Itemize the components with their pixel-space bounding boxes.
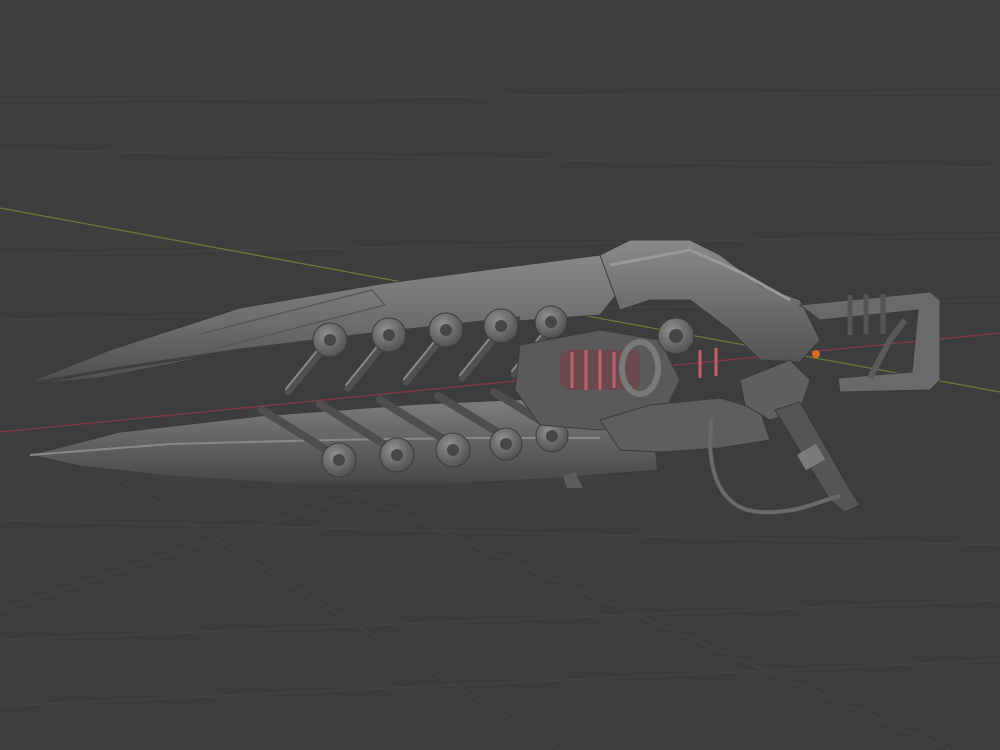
- gear-icon: [534, 305, 568, 339]
- gear-icon: [489, 427, 523, 461]
- gear-icon: [379, 437, 415, 473]
- 3d-viewport[interactable]: [0, 0, 1000, 750]
- gear-icon: [428, 312, 464, 348]
- gear-icon: [483, 308, 519, 344]
- weapon-model[interactable]: [21, 239, 941, 515]
- rear-gear-icon: [657, 317, 695, 355]
- gear-icon: [371, 317, 407, 353]
- gear-icon: [321, 442, 357, 478]
- origin-point-icon: [812, 350, 820, 358]
- gear-icon: [312, 322, 348, 358]
- gear-icon: [435, 432, 471, 468]
- viewport-canvas[interactable]: [0, 0, 1000, 750]
- stock-strut: [867, 318, 908, 380]
